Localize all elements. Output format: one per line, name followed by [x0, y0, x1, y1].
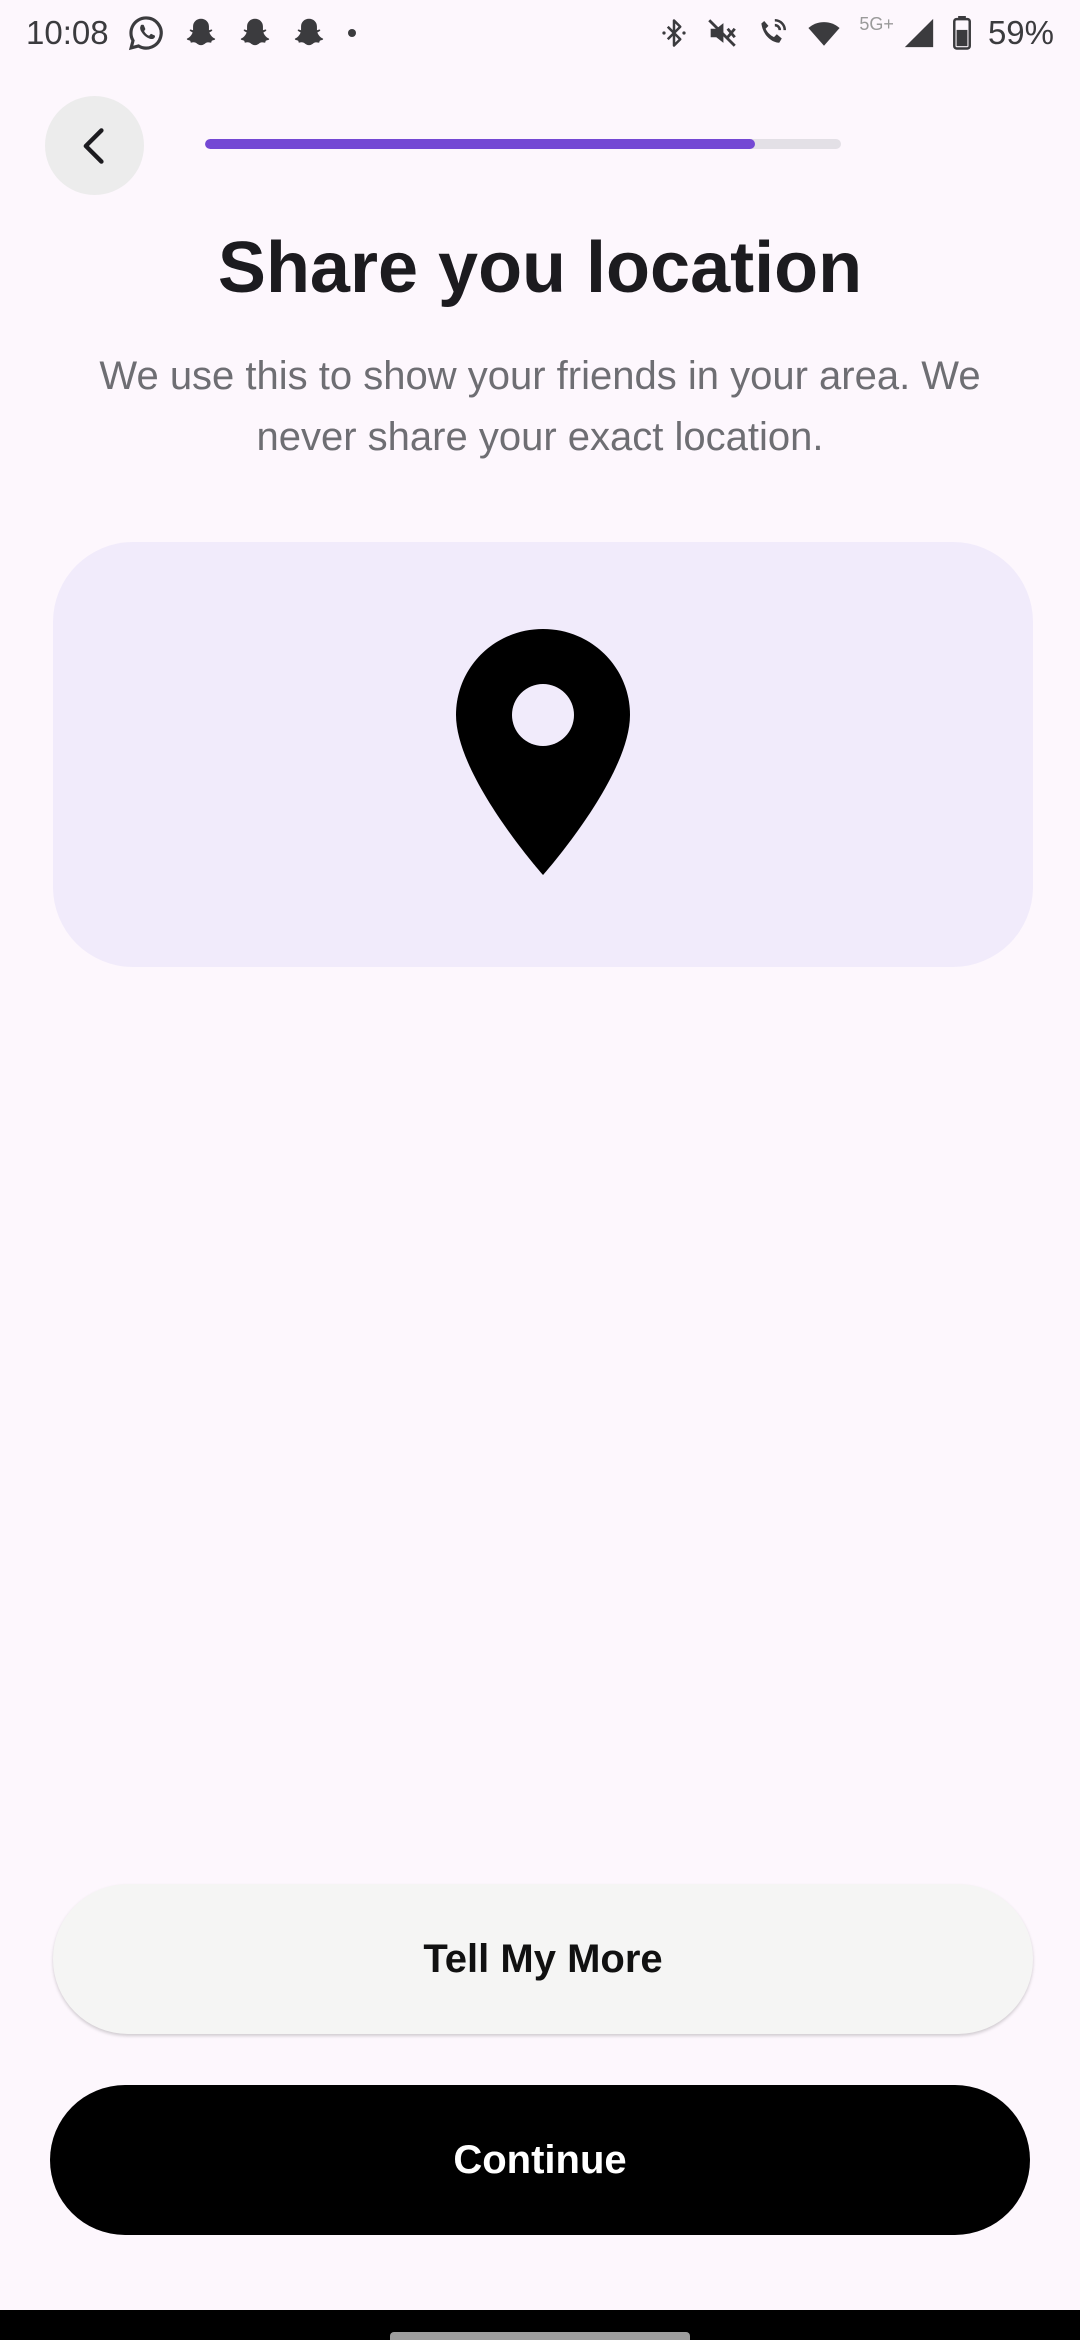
status-bar: 10:08 5G+ 59% [0, 0, 1080, 66]
whatsapp-icon [127, 14, 165, 52]
wifi-icon [805, 16, 843, 50]
back-button[interactable] [45, 96, 144, 195]
status-time: 10:08 [26, 14, 109, 51]
continue-button[interactable]: Continue [50, 2085, 1030, 2235]
page-title: Share you location [217, 228, 863, 308]
battery-icon [952, 16, 972, 50]
chevron-left-icon [73, 124, 117, 168]
progress-bar-fill [205, 139, 756, 149]
snapchat-icon [291, 15, 327, 51]
bluetooth-icon [659, 16, 689, 50]
battery-level: 59% [987, 14, 1054, 51]
wifi-calling-icon [755, 16, 789, 50]
snapchat-icon [183, 15, 219, 51]
status-bar-right: 5G+ 59% [659, 14, 1054, 52]
progress-bar [205, 139, 841, 149]
status-bar-left: 10:08 [26, 14, 359, 52]
home-handle[interactable] [390, 2332, 690, 2340]
mute-icon [705, 16, 739, 50]
snapchat-icon [237, 15, 273, 51]
dot-icon [345, 26, 359, 40]
location-pin-icon [455, 627, 631, 882]
illustration-card [53, 542, 1033, 967]
signal-icon [902, 16, 936, 50]
network-type: 5G+ [859, 13, 894, 34]
tell-me-more-button[interactable]: Tell My More [53, 1884, 1033, 2034]
page-subtitle: We use this to show your friends in your… [99, 354, 981, 459]
